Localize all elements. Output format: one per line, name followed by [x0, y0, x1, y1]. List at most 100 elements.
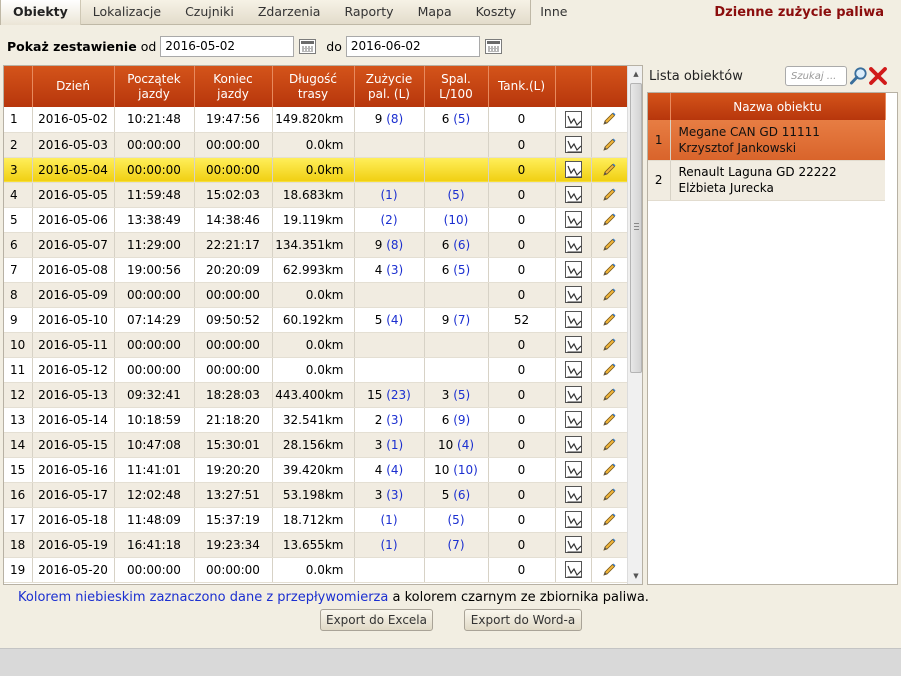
table-row[interactable]: 3 2016-05-04 00:00:00 00:00:00 0.0km 0 — [4, 157, 628, 183]
table-row[interactable]: 9 2016-05-10 07:14:29 09:50:52 60.192km 5 (4)… — [4, 307, 628, 333]
line-chart-icon[interactable] — [564, 336, 582, 353]
usage-tank-value: 2 — [374, 412, 383, 427]
row-refuel: 0 — [488, 157, 556, 183]
usage-tank-value: 9 — [374, 112, 383, 127]
table-row[interactable]: 7 2016-05-08 19:00:56 20:20:09 62.993km 4 (3)… — [4, 257, 628, 283]
table-row[interactable]: 1 2016-05-02 10:21:48 19:47:56 149.820km 9 (8… — [4, 107, 628, 133]
from-label: od — [140, 38, 157, 54]
line-chart-icon[interactable] — [564, 511, 582, 528]
pencil-icon[interactable] — [601, 337, 617, 353]
row-fuel-usage — [354, 357, 425, 383]
line-chart-icon[interactable] — [564, 211, 582, 228]
header-col-5: Zużycie pal. (L) — [354, 66, 425, 107]
pencil-icon[interactable] — [601, 512, 617, 528]
magnifier-icon[interactable] — [849, 66, 869, 86]
calendar-to-icon[interactable] — [484, 38, 502, 54]
pencil-icon[interactable] — [601, 312, 617, 328]
line-chart-icon[interactable] — [564, 561, 582, 578]
menu-item-3[interactable]: Zdarzenia — [246, 0, 333, 25]
row-route-length: 18.683km — [272, 182, 355, 208]
pencil-icon[interactable] — [601, 462, 617, 478]
row-start-time: 10:47:08 — [114, 432, 195, 458]
table-row[interactable]: 12 2016-05-13 09:32:41 18:28:03 443.400km 15 … — [4, 382, 628, 408]
pencil-icon[interactable] — [601, 212, 617, 228]
table-row[interactable]: 2 2016-05-03 00:00:00 00:00:00 0.0km 0 — [4, 132, 628, 158]
line-chart-icon[interactable] — [564, 411, 582, 428]
pencil-icon[interactable] — [601, 111, 617, 127]
table-row[interactable]: 11 2016-05-12 00:00:00 00:00:00 0.0km 0 — [4, 357, 628, 383]
line-chart-icon[interactable] — [564, 136, 582, 153]
menu-item-5[interactable]: Mapa — [406, 0, 464, 25]
row-day: 2016-05-10 — [32, 307, 115, 333]
row-consumption: 6 (5) — [424, 257, 489, 283]
pencil-icon[interactable] — [601, 237, 617, 253]
table-row[interactable]: 4 2016-05-05 11:59:48 15:02:03 18.683km (1) (5… — [4, 182, 628, 208]
calendar-from-icon[interactable] — [299, 38, 317, 54]
pencil-icon[interactable] — [601, 262, 617, 278]
line-chart-icon[interactable] — [564, 261, 582, 278]
table-row[interactable]: 8 2016-05-09 00:00:00 00:00:00 0.0km 0 — [4, 282, 628, 308]
line-chart-icon[interactable] — [564, 236, 582, 253]
menu-item-2[interactable]: Czujniki — [173, 0, 246, 25]
table-row[interactable]: 13 2016-05-14 10:18:59 21:18:20 32.541km 2 (3… — [4, 407, 628, 433]
scroll-up-icon[interactable]: ▲ — [628, 66, 642, 82]
row-edit-cell — [591, 332, 628, 358]
line-chart-icon[interactable] — [564, 536, 582, 553]
pencil-icon[interactable] — [601, 562, 617, 578]
menu-item-7[interactable]: Inne — [528, 0, 579, 25]
row-edit-cell — [591, 457, 628, 483]
object-list-item[interactable]: 2 Renault Laguna GD 22222 Elżbieta Jurecka — [648, 160, 885, 201]
scroll-thumb[interactable] — [630, 83, 642, 373]
menu-item-0[interactable]: Obiekty — [1, 0, 81, 25]
date-from-input[interactable] — [160, 35, 295, 57]
line-chart-icon[interactable] — [564, 311, 582, 328]
red-x-icon[interactable] — [868, 66, 888, 86]
line-chart-icon[interactable] — [564, 461, 582, 478]
line-chart-icon[interactable] — [564, 486, 582, 503]
row-refuel: 0 — [488, 382, 556, 408]
row-day: 2016-05-19 — [32, 532, 115, 558]
line-chart-icon[interactable] — [564, 286, 582, 303]
row-edit-cell — [591, 207, 628, 233]
pencil-icon[interactable] — [601, 187, 617, 203]
pencil-icon[interactable] — [601, 162, 617, 178]
line-chart-icon[interactable] — [564, 436, 582, 453]
pencil-icon[interactable] — [601, 287, 617, 303]
pencil-icon[interactable] — [601, 412, 617, 428]
line-chart-icon[interactable] — [564, 186, 582, 203]
object-search-input[interactable] — [785, 66, 847, 86]
export-word-button[interactable]: Export do Word-a — [464, 609, 582, 631]
usage-flow-value: (23) — [386, 387, 411, 402]
pencil-icon[interactable] — [601, 537, 617, 553]
line-chart-icon[interactable] — [564, 361, 582, 378]
menu-item-6[interactable]: Koszty — [464, 0, 529, 25]
export-excel-button[interactable]: Export do Excela — [320, 609, 433, 631]
table-scrollbar[interactable]: ▲ ▼ — [627, 66, 642, 584]
line-chart-icon[interactable] — [564, 161, 582, 178]
table-row[interactable]: 6 2016-05-07 11:29:00 22:21:17 134.351km 9 (8… — [4, 232, 628, 258]
row-refuel: 0 — [488, 532, 556, 558]
table-row[interactable]: 18 2016-05-19 16:41:18 19:23:34 13.655km (1) (… — [4, 532, 628, 558]
status-strip — [0, 648, 901, 676]
table-row[interactable]: 19 2016-05-20 00:00:00 00:00:00 0.0km 0 — [4, 557, 628, 583]
menu-item-4[interactable]: Raporty — [332, 0, 405, 25]
pencil-icon[interactable] — [601, 137, 617, 153]
pencil-icon[interactable] — [601, 437, 617, 453]
pencil-icon[interactable] — [601, 487, 617, 503]
menu-item-1[interactable]: Lokalizacje — [81, 0, 173, 25]
table-row[interactable]: 14 2016-05-15 10:47:08 15:30:01 28.156km 3 (1… — [4, 432, 628, 458]
pencil-icon[interactable] — [601, 387, 617, 403]
table-row[interactable]: 5 2016-05-06 13:38:49 14:38:46 19.119km (2) (1… — [4, 207, 628, 233]
date-to-input[interactable] — [345, 35, 480, 57]
row-refuel: 0 — [488, 407, 556, 433]
row-number: 6 — [4, 232, 33, 258]
table-row[interactable]: 16 2016-05-17 12:02:48 13:27:51 53.198km 3 (3… — [4, 482, 628, 508]
table-row[interactable]: 15 2016-05-16 11:41:01 19:20:20 39.420km 4 (4… — [4, 457, 628, 483]
scroll-down-icon[interactable]: ▼ — [628, 568, 642, 584]
line-chart-icon[interactable] — [564, 386, 582, 403]
table-row[interactable]: 17 2016-05-18 11:48:09 15:37:19 18.712km (1) (… — [4, 507, 628, 533]
object-list-item[interactable]: 1 Megane CAN GD 11111 Krzysztof Jankowski — [648, 120, 885, 161]
line-chart-icon[interactable] — [564, 110, 582, 128]
pencil-icon[interactable] — [601, 362, 617, 378]
table-row[interactable]: 10 2016-05-11 00:00:00 00:00:00 0.0km 0 — [4, 332, 628, 358]
